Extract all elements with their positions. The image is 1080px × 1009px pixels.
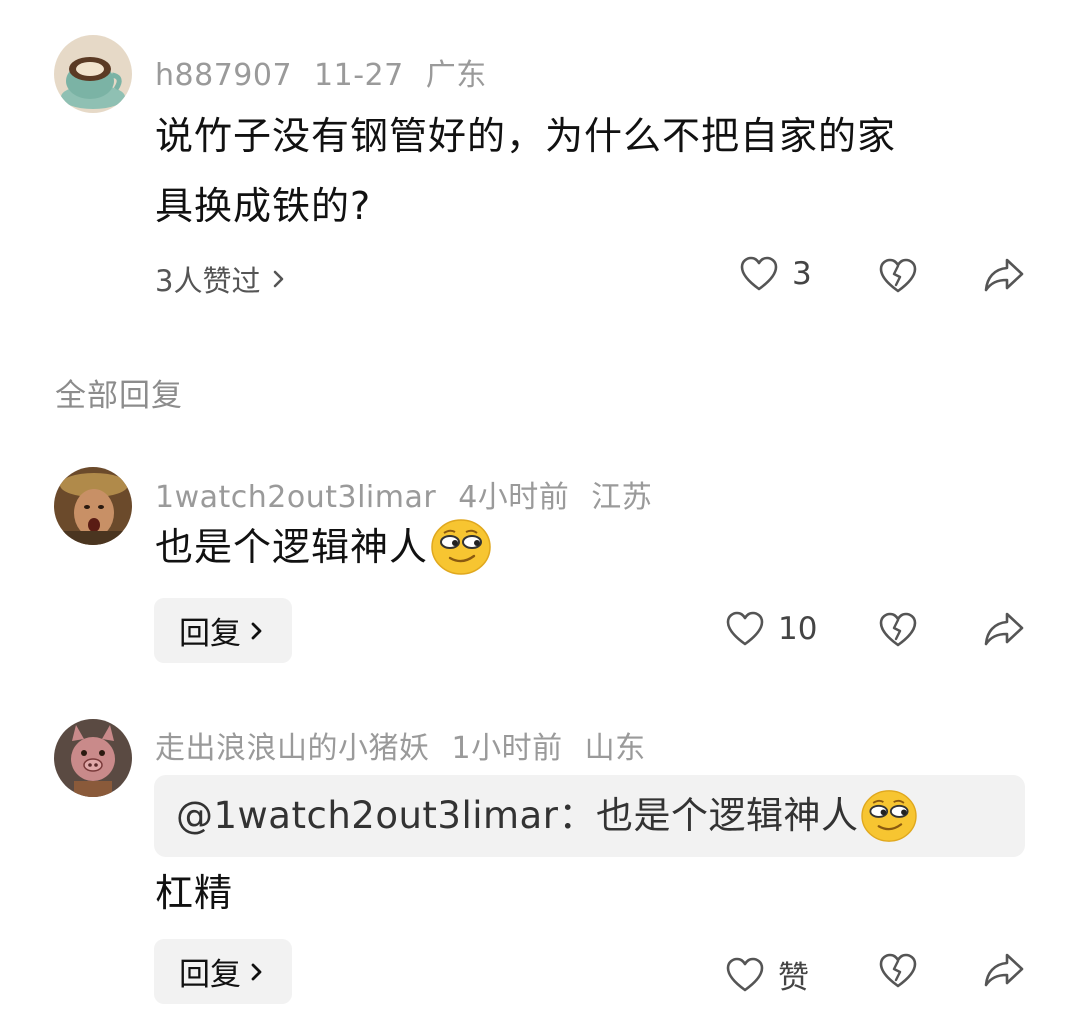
share-button[interactable] — [983, 951, 1025, 989]
pig-demon-avatar — [54, 719, 132, 797]
broken-heart-icon — [879, 953, 917, 988]
reply-meta: 1watch2out3limar 4小时前 江苏 — [155, 472, 674, 516]
comment-meta: h887907 11-27 广东 — [155, 50, 509, 94]
heart-outline-icon — [740, 256, 778, 291]
broken-heart-icon — [879, 258, 917, 293]
chevron-right-icon — [251, 622, 262, 639]
reply-text: 杠精 — [155, 871, 234, 915]
reply-button-label: 回复 — [179, 957, 241, 993]
like-button[interactable]: 10 — [726, 611, 817, 647]
quoted-text: @1watch2out3limar：也是个逻辑神人 — [176, 788, 918, 844]
comment-text-line: 说竹子没有钢管好的，为什么不把自家的家 — [155, 114, 897, 158]
comment-date: 11-27 — [314, 58, 404, 93]
likers-label: 3人赞过 — [155, 264, 261, 298]
comment-text-line: 具换成铁的? — [155, 184, 372, 228]
avatar[interactable] — [54, 35, 132, 113]
comment-text: 说竹子没有钢管好的，为什么不把自家的家 具换成铁的? — [155, 108, 1035, 234]
dislike-button[interactable] — [879, 612, 917, 648]
share-button[interactable] — [983, 256, 1025, 294]
chevron-right-icon — [274, 270, 284, 288]
like-count: 3 — [792, 256, 812, 292]
quoted-text-content: @1watch2out3limar：也是个逻辑神人 — [176, 794, 859, 837]
reply-button[interactable]: 回复 — [154, 939, 292, 1004]
likers-link[interactable]: 3人赞过 — [155, 258, 290, 300]
like-button[interactable]: 赞 — [726, 952, 809, 997]
dislike-button[interactable] — [879, 953, 917, 989]
heart-outline-icon — [726, 957, 764, 991]
smirk-emoji — [861, 790, 918, 842]
heart-outline-icon — [726, 611, 764, 646]
username[interactable]: 走出浪浪山的小猪妖 — [155, 731, 430, 766]
like-count: 10 — [778, 611, 818, 647]
like-label: 赞 — [778, 960, 809, 996]
avatar[interactable] — [54, 467, 132, 545]
reply-text-content: 也是个逻辑神人 — [155, 525, 429, 569]
reply-button-label: 回复 — [179, 616, 241, 652]
man-portrait-avatar — [54, 467, 132, 545]
username[interactable]: 1watch2out3limar — [155, 480, 436, 515]
dislike-button[interactable] — [879, 258, 917, 294]
reply-button[interactable]: 回复 — [154, 598, 292, 663]
reply-meta: 走出浪浪山的小猪妖 1小时前 山东 — [155, 723, 668, 767]
reply-location: 江苏 — [591, 480, 653, 515]
share-arrow-icon — [984, 953, 1024, 987]
comment-location: 广东 — [425, 58, 487, 93]
coffee-cup-avatar — [54, 35, 132, 113]
broken-heart-icon — [879, 612, 917, 647]
username[interactable]: h887907 — [155, 58, 292, 93]
quoted-reply[interactable]: @1watch2out3limar：也是个逻辑神人 — [154, 775, 1025, 857]
section-title: 全部回复 — [55, 378, 183, 414]
like-button[interactable]: 3 — [740, 256, 812, 292]
avatar[interactable] — [54, 719, 132, 797]
share-arrow-icon — [984, 612, 1024, 646]
share-arrow-icon — [984, 258, 1024, 292]
share-button[interactable] — [983, 610, 1025, 648]
reply-time: 1小时前 — [451, 731, 563, 766]
reply-text: 也是个逻辑神人 — [155, 518, 492, 576]
smirk-emoji — [431, 519, 491, 575]
reply-location: 山东 — [584, 731, 646, 766]
reply-time: 4小时前 — [458, 480, 570, 515]
chevron-right-icon — [251, 963, 262, 980]
